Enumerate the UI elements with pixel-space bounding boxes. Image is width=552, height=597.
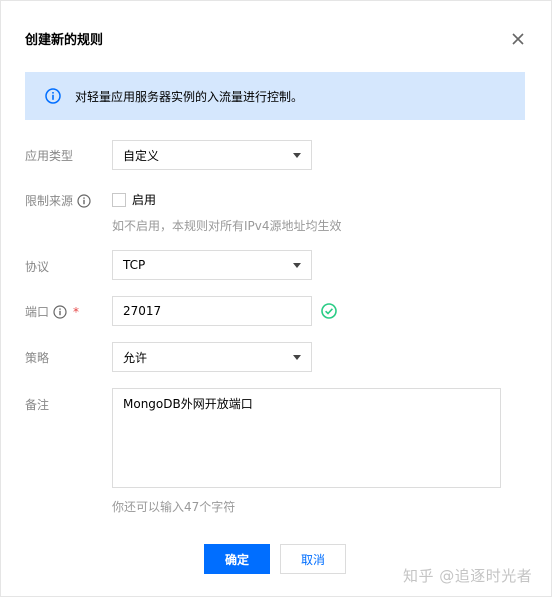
help-icon[interactable] [77,193,91,208]
help-icon[interactable] [53,304,67,319]
cancel-button[interactable]: 取消 [280,544,346,574]
remark-textarea[interactable]: MongoDB外网开放端口 [112,388,501,488]
enable-checkbox[interactable] [112,192,126,207]
chevron-down-icon [293,354,301,360]
source-limit-label: 限制来源 [25,192,91,209]
close-icon[interactable] [508,29,528,49]
policy-select[interactable]: 允许 [112,342,312,372]
info-notice: 对轻量应用服务器实例的入流量进行控制。 [25,72,525,120]
enable-source-limit-toggle[interactable]: 启用 [112,191,156,208]
remark-label-text: 备注 [25,398,50,412]
create-rule-dialog: 创建新的规则 对轻量应用服务器实例的入流量进行控制。 应用类型 自定义 限制来源… [0,0,552,597]
chevron-down-icon [293,152,301,158]
remark-label: 备注 [25,396,49,413]
policy-label: 策略 [25,349,49,366]
app-type-label: 应用类型 [25,147,73,164]
dialog-title: 创建新的规则 [25,33,104,48]
protocol-select[interactable]: TCP [112,250,312,280]
policy-label-text: 策略 [25,351,50,365]
app-type-value: 自定义 [123,148,160,163]
port-label: 端口 * [25,303,79,320]
required-mark: * [73,304,80,319]
valid-check-icon [321,303,337,319]
info-icon [45,88,61,104]
remark-char-counter: 你还可以输入47个字符 [112,500,236,514]
chevron-down-icon [293,262,301,268]
policy-value: 允许 [123,350,148,365]
notice-text: 对轻量应用服务器实例的入流量进行控制。 [75,89,304,104]
source-limit-hint: 如不启用，本规则对所有IPv4源地址均生效 [112,219,342,233]
app-type-select[interactable]: 自定义 [112,140,312,170]
app-type-label-text: 应用类型 [25,149,74,163]
port-input[interactable] [112,296,312,326]
protocol-label-text: 协议 [25,260,50,274]
protocol-value: TCP [123,258,146,272]
enable-checkbox-label: 启用 [132,193,157,207]
port-label-text: 端口 [25,305,50,319]
watermark: 知乎 @追逐时光者 [403,567,533,585]
protocol-label: 协议 [25,258,49,275]
source-limit-label-text: 限制来源 [25,194,74,208]
confirm-button[interactable]: 确定 [204,544,270,574]
